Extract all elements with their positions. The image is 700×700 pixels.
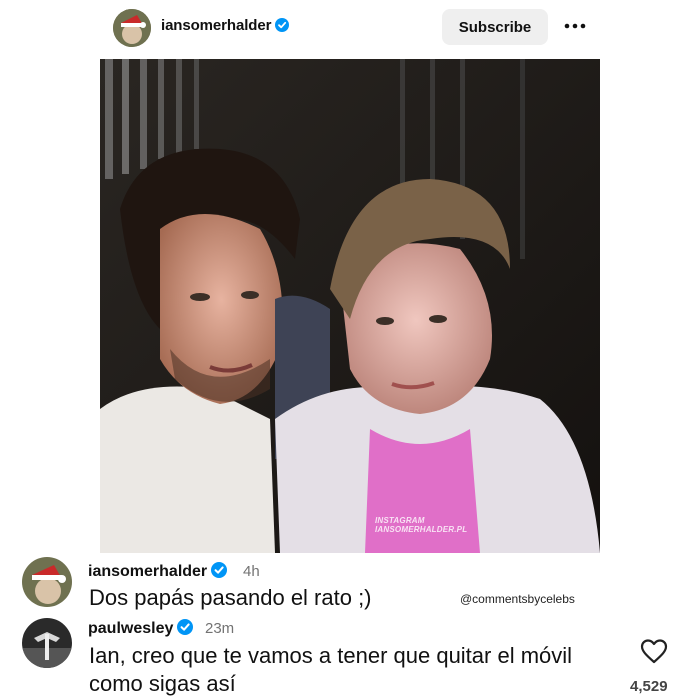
avatar[interactable] (22, 618, 72, 668)
like-count: 4,529 (630, 678, 668, 695)
verified-badge-icon (211, 562, 228, 578)
watermark-line-1: INSTAGRAM (375, 516, 425, 525)
comment-text: Dos papás pasando el rato ;) (89, 585, 372, 610)
credit-text: @commentsbycelebs (460, 592, 575, 606)
post-header: iansomerhalder Subscribe (0, 0, 700, 56)
comment-username[interactable]: iansomerhalder (88, 562, 228, 581)
comment-timestamp: 4h (243, 563, 260, 580)
avatar[interactable] (113, 9, 151, 47)
more-options-icon[interactable] (562, 16, 588, 36)
comment-timestamp: 23m (205, 620, 235, 637)
verified-badge-icon (275, 18, 290, 32)
comment-username-label[interactable]: paulwesley (88, 620, 173, 637)
photo-watermark: INSTAGRAM IANSOMERHALDER.PL (375, 516, 467, 534)
subscribe-button[interactable]: Subscribe (442, 9, 548, 45)
post-username-label[interactable]: iansomerhalder (161, 17, 271, 34)
heart-icon[interactable] (640, 638, 668, 664)
verified-badge-icon (177, 619, 194, 635)
comment-username[interactable]: paulwesley (88, 619, 194, 638)
post-photo[interactable] (100, 59, 600, 553)
comment-text-line-1: Ian, creo que te vamos a tener que quita… (89, 643, 573, 668)
comment-username-label[interactable]: iansomerhalder (88, 563, 207, 580)
avatar[interactable] (22, 557, 72, 607)
comment-text-line-2: como sigas así (89, 671, 236, 696)
post-username[interactable]: iansomerhalder (161, 17, 290, 34)
watermark-line-2: IANSOMERHALDER.PL (375, 525, 468, 534)
